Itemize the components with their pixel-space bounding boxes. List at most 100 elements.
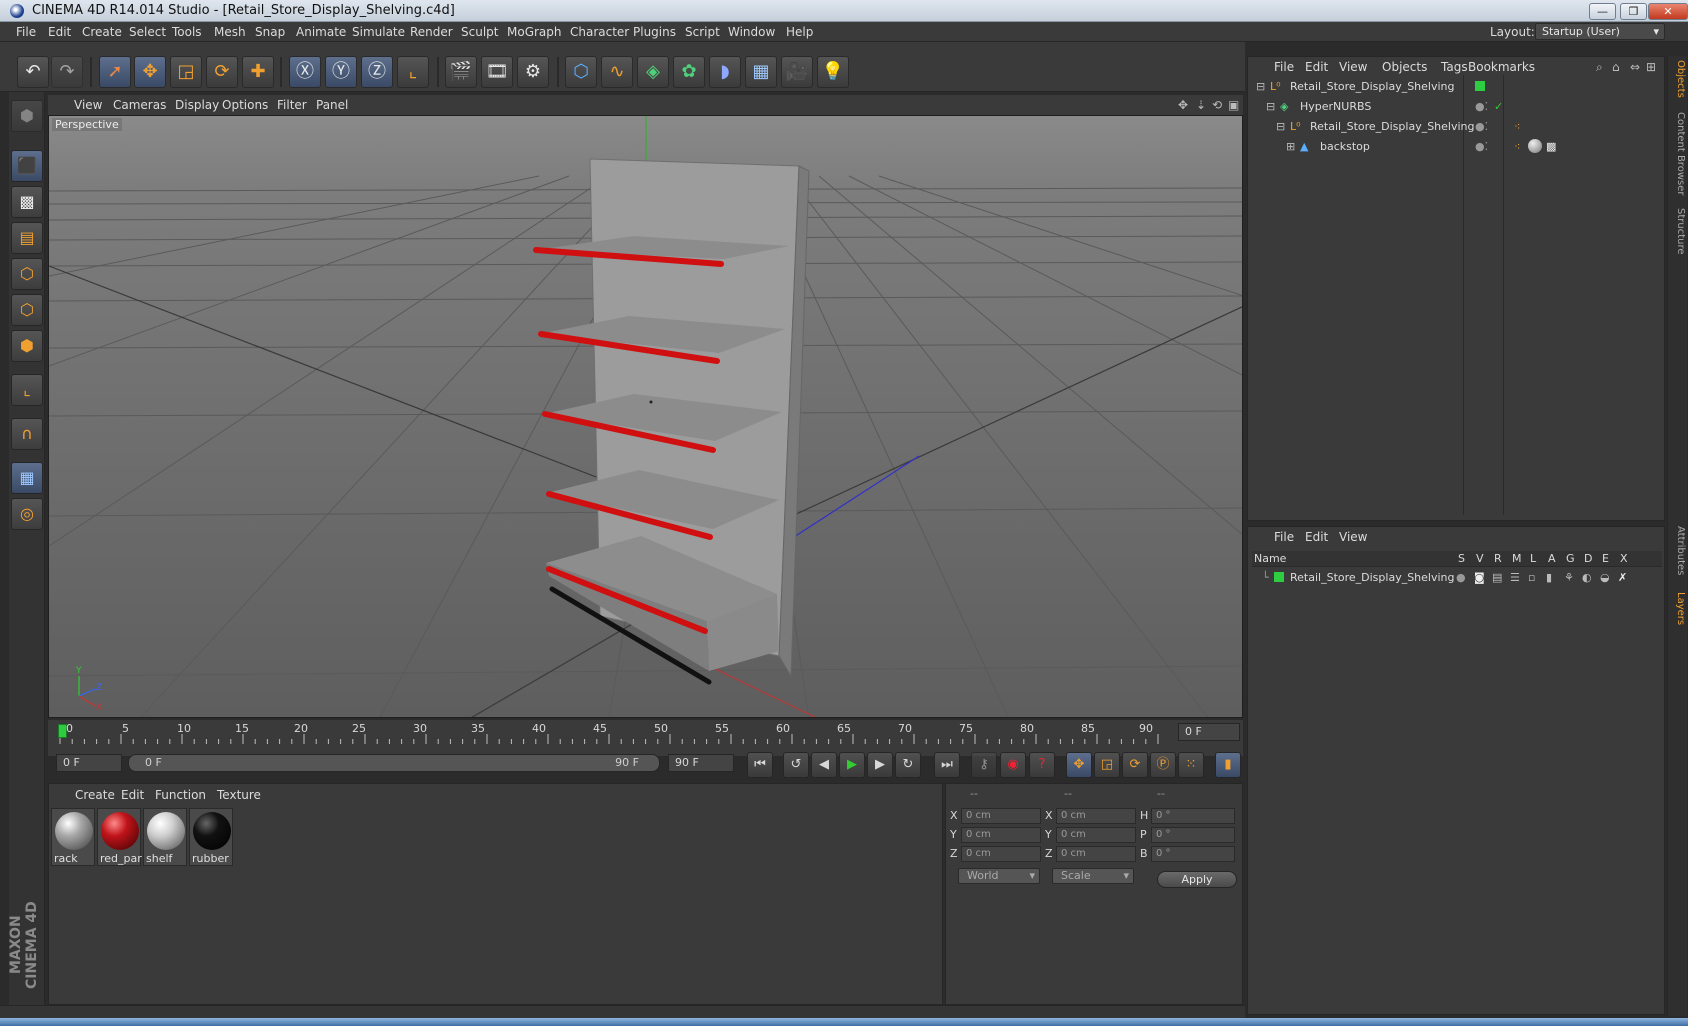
viewport-menu-display[interactable]: Display: [175, 98, 219, 112]
material-swatch-shelf[interactable]: shelf: [143, 808, 187, 866]
record-keys-button[interactable]: ⚷: [971, 752, 997, 778]
menu-snap[interactable]: Snap: [255, 25, 285, 39]
coord-size-y-field[interactable]: 0 cm: [1056, 827, 1136, 843]
visibility-dot-icon[interactable]: ●⁚: [1475, 140, 1488, 153]
expand-icon[interactable]: ⊞: [1286, 140, 1295, 153]
menu-character[interactable]: Character: [570, 25, 629, 39]
object-menu-edit[interactable]: Edit: [1305, 60, 1328, 74]
layer-menu-edit[interactable]: Edit: [1305, 530, 1328, 544]
tab-content-browser[interactable]: Content Browser: [1670, 112, 1686, 195]
solo-toggle-icon[interactable]: ●: [1456, 571, 1466, 584]
object-row-shelving[interactable]: ⊟ L⁰ Retail_Store_Display_Shelving ●⁚ ⁖: [1254, 117, 1660, 136]
coordinate-mode-select[interactable]: World ▾: [958, 868, 1040, 884]
solo-button[interactable]: ◎: [11, 498, 43, 530]
viewport-maximize-icon[interactable]: ▣: [1228, 98, 1239, 112]
collapse-icon[interactable]: ⇔: [1630, 60, 1640, 74]
texture-tag-icon[interactable]: ▩: [1546, 140, 1556, 153]
menu-select[interactable]: Select: [129, 25, 166, 39]
view-toggle-icon[interactable]: ◙: [1474, 571, 1485, 584]
material-swatch-rack[interactable]: rack: [51, 808, 95, 866]
deformer-toggle-icon[interactable]: ◐: [1582, 571, 1592, 584]
coord-size-z-field[interactable]: 0 cm: [1056, 846, 1136, 862]
tab-attributes[interactable]: Attributes: [1670, 526, 1686, 575]
tab-objects[interactable]: Objects: [1670, 60, 1686, 98]
material-menu-create[interactable]: Create: [75, 788, 115, 802]
add-nurbs-button[interactable]: ◈: [637, 56, 669, 88]
expression-toggle-icon[interactable]: ◒: [1600, 571, 1610, 584]
axis-mode-button[interactable]: ⌞: [11, 374, 43, 406]
previous-frame-button[interactable]: ◀: [811, 752, 837, 778]
menu-simulate[interactable]: Simulate: [352, 25, 405, 39]
menu-create[interactable]: Create: [82, 25, 122, 39]
shelving-model[interactable]: [533, 158, 810, 685]
coord-pos-z-field[interactable]: 0 cm: [961, 846, 1041, 862]
viewport-move-icon[interactable]: ✥: [1178, 98, 1188, 112]
timeline-ruler[interactable]: 0 5 10 15 20 25 30 35 40 45 50 55 60 65 …: [48, 720, 1243, 756]
coord-rot-p-field[interactable]: 0 °: [1151, 827, 1235, 843]
viewport-rotate-icon[interactable]: ⟲: [1212, 98, 1222, 112]
viewport-menu-view[interactable]: View: [74, 98, 102, 112]
object-row-hypernurbs[interactable]: ⊟ ◈ HyperNURBS ●⁚ ✓: [1254, 97, 1660, 116]
render-picture-viewer-button[interactable]: 🎞: [481, 56, 513, 88]
coord-pos-y-field[interactable]: 0 cm: [961, 827, 1041, 843]
model-mode-button[interactable]: ⬛: [11, 150, 43, 182]
layer-row[interactable]: └ Retail_Store_Display_Shelving ● ◙ ▤ ☰ …: [1254, 568, 1660, 587]
record-rotation-button[interactable]: ⟳: [1122, 752, 1148, 778]
coord-rot-h-field[interactable]: 0 °: [1151, 808, 1235, 824]
menu-tools[interactable]: Tools: [172, 25, 202, 39]
texture-mode-button[interactable]: ▩: [11, 186, 43, 218]
tab-structure[interactable]: Structure: [1670, 208, 1686, 255]
search-icon[interactable]: ⌕: [1596, 60, 1603, 75]
undo-button[interactable]: ↶: [17, 56, 49, 88]
menu-window[interactable]: Window: [728, 25, 775, 39]
menu-help[interactable]: Help: [786, 25, 813, 39]
rotate-tool-button[interactable]: ⟳: [206, 56, 238, 88]
material-menu-function[interactable]: Function: [155, 788, 206, 802]
viewport-menu-cameras[interactable]: Cameras: [113, 98, 166, 112]
object-row-root[interactable]: ⊟ L⁰ Retail_Store_Display_Shelving: [1254, 77, 1660, 96]
material-swatch-red-part[interactable]: red_part: [97, 808, 142, 866]
render-toggle-icon[interactable]: ▤: [1492, 571, 1502, 584]
next-frame-button[interactable]: ▶: [867, 752, 893, 778]
material-tag-icon[interactable]: [1528, 139, 1542, 153]
play-button[interactable]: ▶: [839, 752, 865, 778]
expand-icon[interactable]: ⊟: [1266, 100, 1275, 113]
xref-toggle-icon[interactable]: ✗: [1618, 571, 1627, 584]
material-swatch-rubber[interactable]: rubber: [189, 808, 233, 866]
menu-plugins[interactable]: Plugins: [633, 25, 676, 39]
layer-menu-file[interactable]: File: [1274, 530, 1294, 544]
coord-size-x-field[interactable]: 0 cm: [1056, 808, 1136, 824]
menu-animate[interactable]: Animate: [296, 25, 346, 39]
visibility-dot-icon[interactable]: ●⁚: [1475, 100, 1488, 113]
add-spline-button[interactable]: ∿: [601, 56, 633, 88]
layer-color-swatch[interactable]: [1274, 572, 1284, 582]
render-view-button[interactable]: 🎬: [445, 56, 477, 88]
minimize-button[interactable]: —: [1589, 3, 1616, 20]
add-array-button[interactable]: ✿: [673, 56, 705, 88]
go-to-start-button[interactable]: ⏮: [747, 752, 773, 778]
manager-toggle-icon[interactable]: ☰: [1510, 571, 1520, 584]
maximize-button[interactable]: ❐: [1620, 3, 1647, 20]
menu-file[interactable]: File: [16, 25, 36, 39]
record-scale-button[interactable]: ◲: [1094, 752, 1120, 778]
previous-key-button[interactable]: ↺: [783, 752, 809, 778]
start-frame-field[interactable]: 0 F: [56, 754, 122, 772]
perspective-viewport[interactable]: Y Z X Perspective: [48, 115, 1243, 718]
go-to-end-button[interactable]: ⏭: [934, 752, 960, 778]
y-axis-lock-button[interactable]: Ⓨ: [325, 56, 357, 88]
workplane-mode-button[interactable]: ▤: [11, 222, 43, 254]
coord-pos-x-field[interactable]: 0 cm: [961, 808, 1041, 824]
object-row-backstop[interactable]: ⊞ ▲ backstop ●⁚ ⁖ ▩: [1254, 137, 1660, 156]
menu-mesh[interactable]: Mesh: [214, 25, 246, 39]
scale-tool-button[interactable]: ◲: [170, 56, 202, 88]
viewport-menu-panel[interactable]: Panel: [316, 98, 348, 112]
record-parameter-button[interactable]: Ⓟ: [1150, 752, 1176, 778]
object-menu-view[interactable]: View: [1339, 60, 1367, 74]
layer-menu-view[interactable]: View: [1339, 530, 1367, 544]
workplane-lock-button[interactable]: ▦: [11, 462, 43, 494]
menu-mograph[interactable]: MoGraph: [507, 25, 562, 39]
timeline-button[interactable]: ▮: [1215, 752, 1241, 778]
expand-icon[interactable]: ⊟: [1256, 80, 1265, 93]
next-key-button[interactable]: ↻: [895, 752, 921, 778]
autokeying-button[interactable]: ◉: [1000, 752, 1026, 778]
